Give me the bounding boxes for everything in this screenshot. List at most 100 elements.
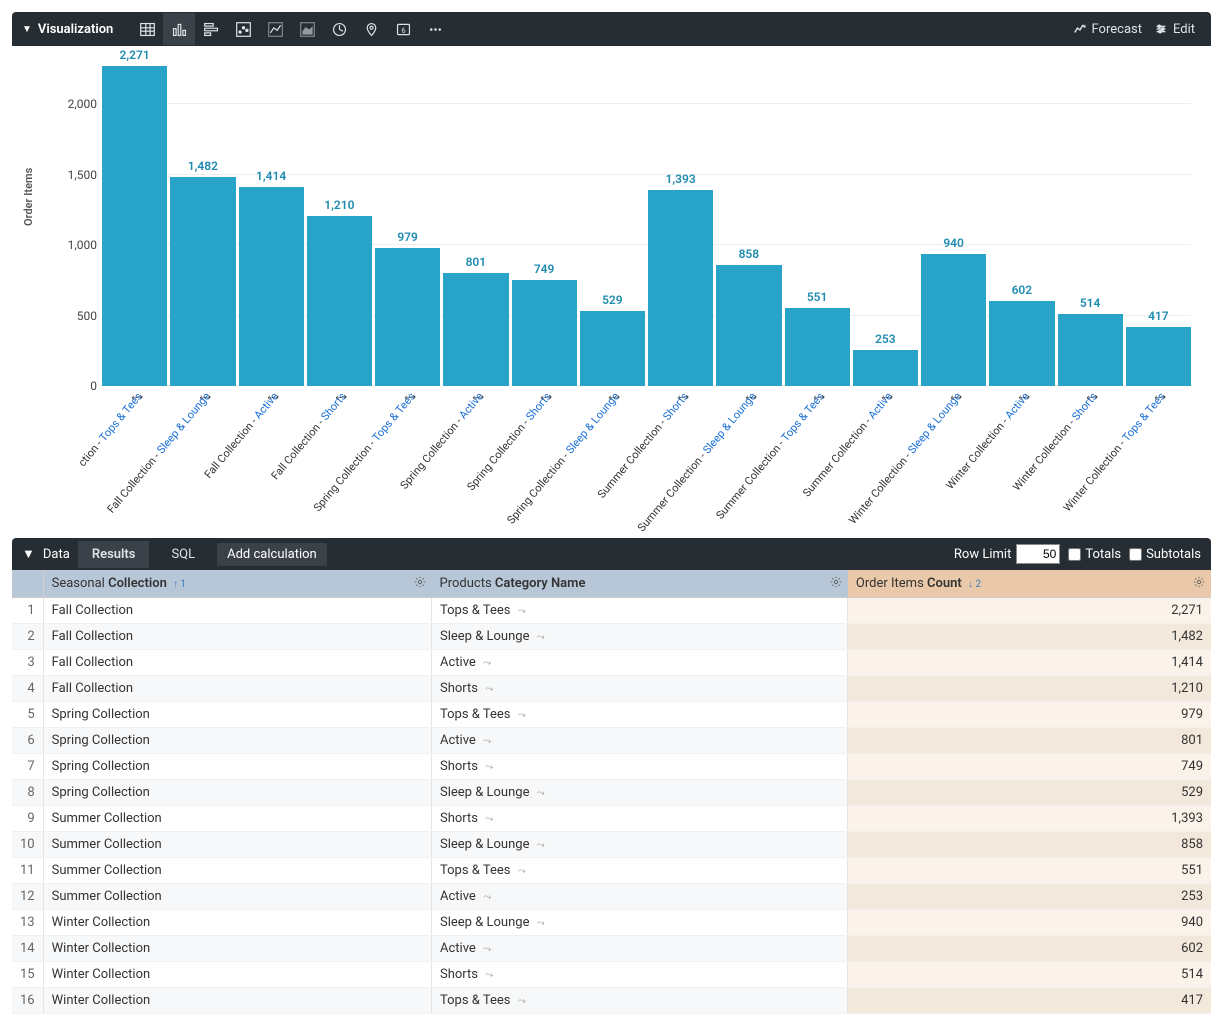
add-calculation-button[interactable]: Add calculation [217,543,327,566]
cell-collection[interactable]: Spring Collection [43,702,431,728]
viz-type-scatter-icon[interactable] [227,13,259,45]
cell-category[interactable]: Active ⤳ [432,884,848,910]
chart-bar[interactable]: 417 [1126,327,1191,386]
viz-type-map-icon[interactable] [355,13,387,45]
viz-type-line-icon[interactable] [259,13,291,45]
cell-collection[interactable]: Summer Collection [43,884,431,910]
drill-icon[interactable]: ⤳ [537,632,545,643]
table-row[interactable]: 6Spring CollectionActive ⤳801 [12,728,1211,754]
cell-count[interactable]: 514 [848,962,1211,988]
viz-type-gauge-icon[interactable] [323,13,355,45]
cell-collection[interactable]: Winter Collection [43,988,431,1014]
cell-category[interactable]: Active ⤳ [432,650,848,676]
chart-bar[interactable]: 801 [443,273,508,386]
drill-icon[interactable]: ⤳ [537,840,545,851]
x-axis-tick-label[interactable]: ction - Tops & Tees [75,390,144,469]
cell-category[interactable]: Tops & Tees ⤳ [432,702,848,728]
drill-icon[interactable]: ⤳ [483,658,491,669]
table-row[interactable]: 16Winter CollectionTops & Tees ⤳417 [12,988,1211,1014]
drill-icon[interactable]: ⤳ [485,762,493,773]
cell-count[interactable]: 1,393 [848,806,1211,832]
table-row[interactable]: 15Winter CollectionShorts ⤳514 [12,962,1211,988]
column-order-items-count[interactable]: Order Items Count ↓ 2 [848,570,1211,598]
chart-bar[interactable]: 551 [785,308,850,386]
chart-bar[interactable]: 2,271 [102,66,167,386]
chart-bar[interactable]: 979 [375,248,440,386]
cell-category[interactable]: Active ⤳ [432,728,848,754]
tab-sql[interactable]: SQL [157,541,209,568]
cell-count[interactable]: 801 [848,728,1211,754]
drill-icon[interactable]: ⤳ [518,996,526,1007]
cell-count[interactable]: 749 [848,754,1211,780]
cell-category[interactable]: Active ⤳ [432,936,848,962]
gear-icon[interactable] [1193,576,1205,592]
cell-count[interactable]: 1,414 [848,650,1211,676]
chart-bar[interactable]: 940 [921,254,986,386]
drill-icon[interactable]: ⤳ [537,918,545,929]
edit-button[interactable]: Edit [1148,18,1201,41]
table-row[interactable]: 12Summer CollectionActive ⤳253 [12,884,1211,910]
tab-results[interactable]: Results [78,541,150,568]
cell-collection[interactable]: Spring Collection [43,754,431,780]
cell-category[interactable]: Tops & Tees ⤳ [432,988,848,1014]
cell-count[interactable]: 1,482 [848,624,1211,650]
cell-collection[interactable]: Spring Collection [43,780,431,806]
chart-bar[interactable]: 1,414 [239,187,304,386]
cell-count[interactable]: 529 [848,780,1211,806]
table-row[interactable]: 9Summer CollectionShorts ⤳1,393 [12,806,1211,832]
cell-category[interactable]: Shorts ⤳ [432,754,848,780]
table-row[interactable]: 2Fall CollectionSleep & Lounge ⤳1,482 [12,624,1211,650]
cell-category[interactable]: Tops & Tees ⤳ [432,598,848,624]
viz-type-more-icon[interactable] [419,13,451,45]
cell-count[interactable]: 1,210 [848,676,1211,702]
chart-bar[interactable]: 602 [989,301,1054,386]
collapse-caret-icon[interactable]: ▼ [22,24,32,35]
chart-bar[interactable]: 1,482 [170,177,235,386]
table-row[interactable]: 14Winter CollectionActive ⤳602 [12,936,1211,962]
chart-bar[interactable]: 253 [853,350,918,386]
cell-category[interactable]: Sleep & Lounge ⤳ [432,624,848,650]
table-row[interactable]: 11Summer CollectionTops & Tees ⤳551 [12,858,1211,884]
viz-type-column-icon[interactable] [163,13,195,45]
cell-collection[interactable]: Summer Collection [43,832,431,858]
chart-bar[interactable]: 858 [716,265,781,386]
table-row[interactable]: 4Fall CollectionShorts ⤳1,210 [12,676,1211,702]
cell-category[interactable]: Sleep & Lounge ⤳ [432,832,848,858]
cell-collection[interactable]: Winter Collection [43,962,431,988]
gear-icon[interactable] [830,576,842,592]
column-seasonal-collection[interactable]: Seasonal Collection ↑ 1 [43,570,431,598]
cell-collection[interactable]: Winter Collection [43,910,431,936]
cell-collection[interactable]: Spring Collection [43,728,431,754]
drill-icon[interactable]: ⤳ [485,684,493,695]
cell-count[interactable]: 602 [848,936,1211,962]
collapse-caret-icon[interactable]: ▼ [22,546,35,562]
table-row[interactable]: 13Winter CollectionSleep & Lounge ⤳940 [12,910,1211,936]
cell-collection[interactable]: Fall Collection [43,624,431,650]
drill-icon[interactable]: ⤳ [483,892,491,903]
table-row[interactable]: 5Spring CollectionTops & Tees ⤳979 [12,702,1211,728]
cell-count[interactable]: 940 [848,910,1211,936]
cell-count[interactable]: 2,271 [848,598,1211,624]
cell-count[interactable]: 253 [848,884,1211,910]
row-limit-input[interactable] [1016,544,1060,564]
drill-icon[interactable]: ⤳ [483,944,491,955]
cell-collection[interactable]: Fall Collection [43,676,431,702]
column-category-name[interactable]: Products Category Name [432,570,848,598]
viz-type-single-value-icon[interactable]: 6 [387,13,419,45]
viz-type-area-icon[interactable] [291,13,323,45]
gear-icon[interactable] [414,576,426,592]
chart-bar[interactable]: 749 [512,280,577,386]
viz-type-bar-icon[interactable] [195,13,227,45]
chart-bar[interactable]: 1,210 [307,216,372,386]
cell-collection[interactable]: Winter Collection [43,936,431,962]
drill-icon[interactable]: ⤳ [537,788,545,799]
cell-count[interactable]: 979 [848,702,1211,728]
chart-bar[interactable]: 529 [580,311,645,386]
cell-count[interactable]: 551 [848,858,1211,884]
viz-type-table-icon[interactable] [131,13,163,45]
drill-icon[interactable]: ⤳ [485,970,493,981]
drill-icon[interactable]: ⤳ [518,866,526,877]
subtotals-checkbox[interactable]: Subtotals [1129,547,1201,562]
cell-category[interactable]: Sleep & Lounge ⤳ [432,910,848,936]
cell-collection[interactable]: Summer Collection [43,858,431,884]
